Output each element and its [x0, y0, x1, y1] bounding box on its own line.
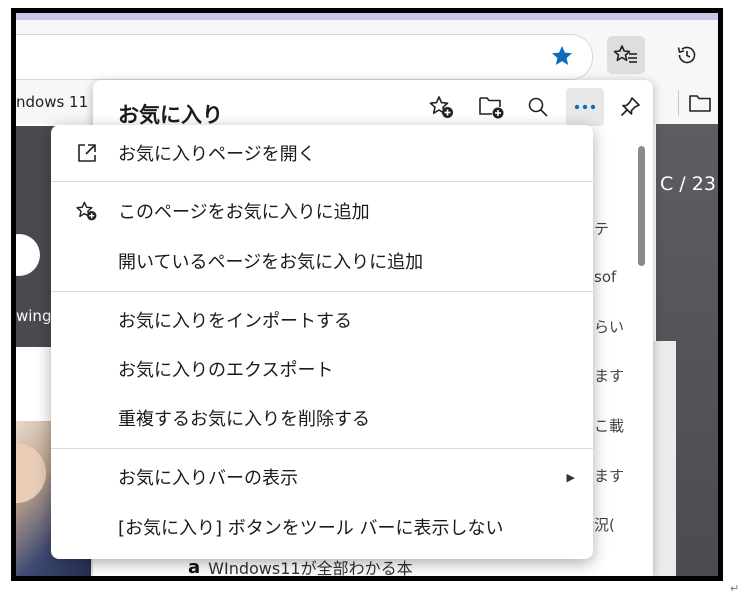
list-item-peek: ます — [594, 367, 624, 385]
folder-icon[interactable] — [688, 92, 712, 114]
more-icon — [574, 104, 596, 110]
title-strip — [16, 13, 718, 20]
add-folder-icon — [479, 97, 504, 119]
pin-icon — [620, 97, 640, 117]
favorites-list-icon — [613, 45, 637, 63]
menu-divider — [51, 448, 593, 449]
menu-item-label: お気に入りバーの表示 — [118, 468, 298, 489]
menu-item-export-favorites[interactable]: お気に入りのエクスポート — [51, 348, 593, 390]
list-item-peek: こ載 — [594, 417, 624, 435]
history-button[interactable] — [668, 36, 706, 74]
menu-item-label: お気に入りのエクスポート — [118, 360, 334, 381]
menu-item-label: 開いているページをお気に入りに追加 — [118, 252, 424, 273]
submenu-arrow-icon: ▶ — [566, 470, 575, 484]
history-icon — [677, 46, 696, 64]
menu-item-add-open-pages[interactable]: 開いているページをお気に入りに追加 — [51, 240, 593, 282]
add-favorite-button[interactable] — [423, 88, 461, 126]
favorites-scrollbar[interactable] — [638, 146, 645, 266]
browser-window: ndows 11 C / 23 ɓ wing お気に入り — [16, 13, 718, 576]
list-item-peek: らい — [594, 318, 624, 336]
search-icon — [528, 97, 548, 117]
menu-item-label: [お気に入り] ボタンをツール バーに表示しない — [118, 518, 504, 539]
bookmarks-divider — [678, 90, 679, 116]
page-peek-text: C / 23 — [660, 173, 716, 195]
menu-item-show-favorites-bar[interactable]: お気に入りバーの表示 ▶ — [51, 456, 593, 498]
menu-item-open-favorites-page[interactable]: お気に入りページを開く — [51, 132, 593, 174]
menu-item-import-favorites[interactable]: お気に入りをインポートする — [51, 299, 593, 341]
menu-item-label: 重複するお気に入りを削除する — [118, 409, 370, 430]
favorite-star-filled-icon[interactable] — [550, 44, 574, 68]
list-item-peek: テ — [594, 220, 610, 238]
address-bar[interactable] — [16, 34, 593, 80]
browser-toolbar — [16, 20, 718, 80]
menu-item-remove-duplicates[interactable]: 重複するお気に入りを削除する — [51, 397, 593, 439]
menu-item-label: このページをお気に入りに追加 — [118, 202, 370, 223]
menu-divider — [51, 181, 593, 182]
menu-item-label: お気に入りページを開く — [118, 144, 316, 165]
list-item-peek: ます — [594, 467, 624, 485]
amazon-icon: a — [188, 556, 201, 577]
list-item-peek: 況( — [594, 516, 615, 534]
pin-favorites-button[interactable] — [611, 88, 649, 126]
add-favorite-icon — [429, 96, 453, 118]
menu-item-hide-favorites-button[interactable]: [お気に入り] ボタンをツール バーに表示しない — [51, 506, 593, 548]
menu-item-label: お気に入りをインポートする — [118, 311, 352, 332]
menu-divider — [51, 291, 593, 292]
favorites-button[interactable] — [607, 36, 645, 74]
bookmark-item-windows11[interactable]: ndows 11 — [16, 93, 88, 111]
open-external-icon — [78, 144, 96, 162]
screenshot-frame: ndows 11 C / 23 ɓ wing お気に入り — [11, 8, 723, 581]
search-favorites-button[interactable] — [519, 88, 557, 126]
favorites-more-menu: お気に入りページを開く このページをお気に入りに追加 開いているページをお気に入… — [51, 125, 593, 559]
page-left-text: wing — [16, 307, 52, 325]
add-favorite-icon — [76, 201, 97, 221]
return-icon: ↵ — [730, 582, 740, 595]
more-options-button[interactable] — [566, 88, 604, 126]
add-folder-button[interactable] — [473, 88, 511, 126]
menu-item-add-this-page[interactable]: このページをお気に入りに追加 — [51, 190, 593, 232]
list-item-peek: sof — [594, 268, 617, 286]
